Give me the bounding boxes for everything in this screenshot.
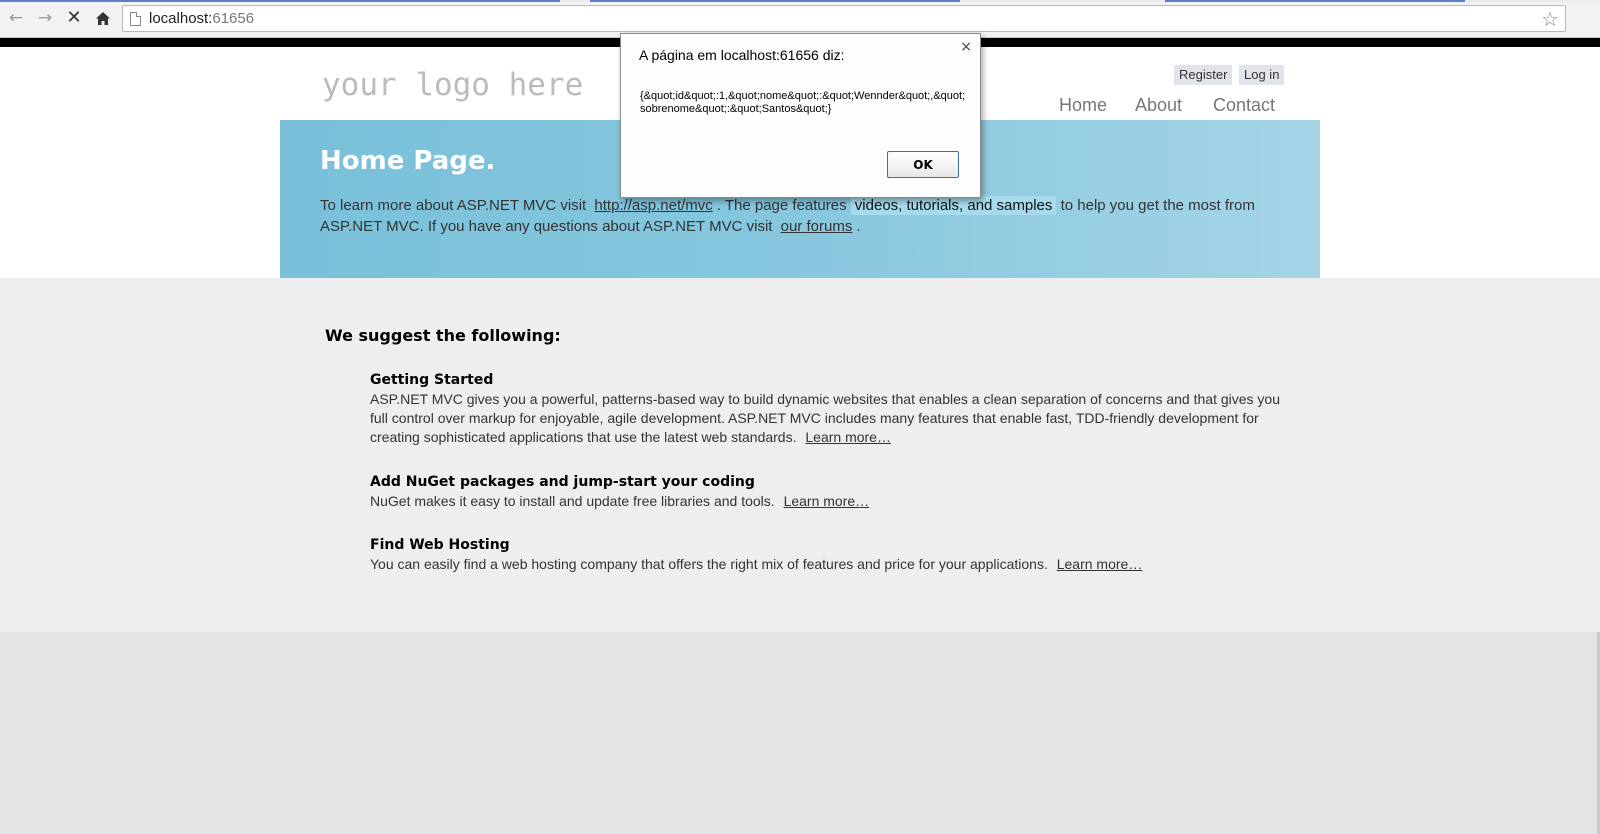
list-item: Find Web Hosting You can easily find a w… — [370, 536, 1290, 574]
page-title: Home Page. — [320, 146, 496, 176]
dialog-title: A página em localhost:61656 diz: — [639, 47, 845, 63]
back-arrow-icon[interactable]: ← — [6, 8, 26, 28]
menu-item-about[interactable]: About — [1135, 95, 1182, 116]
step-text: You can easily find a web hosting compan… — [370, 556, 1048, 572]
home-icon[interactable] — [93, 8, 113, 28]
dialog-message: {&quot;id&quot;:1,&quot;nome&quot;:&quot… — [640, 90, 966, 115]
close-icon[interactable]: × — [960, 39, 972, 55]
learn-more-link[interactable]: Learn more… — [805, 429, 891, 445]
suggestions-heading: We suggest the following: — [325, 326, 561, 345]
menu-item-home[interactable]: Home — [1059, 95, 1107, 116]
featured-text: To learn more about ASP.NET MVC visit ht… — [320, 196, 1255, 235]
list-item: Add NuGet packages and jump-start your c… — [370, 473, 1290, 511]
forward-arrow-icon[interactable]: → — [35, 8, 55, 28]
register-link[interactable]: Register — [1174, 65, 1233, 85]
main-content: We suggest the following: Getting Starte… — [0, 278, 1600, 632]
asp-net-mvc-link[interactable]: http://asp.net/mvc — [590, 197, 716, 214]
step-text: NuGet makes it easy to install and updat… — [370, 493, 775, 509]
menu-item-contact[interactable]: Contact — [1213, 95, 1275, 116]
alert-dialog: A página em localhost:61656 diz: × {&quo… — [620, 33, 981, 198]
tab-strip — [0, 0, 1600, 2]
step-title: Getting Started — [370, 372, 494, 388]
address-bar[interactable]: localhost:61656 ☆ — [122, 5, 1566, 32]
site-logo[interactable]: your logo here — [322, 67, 583, 103]
list-item: Getting Started ASP.NET MVC gives you a … — [370, 371, 1290, 447]
step-title: Add NuGet packages and jump-start your c… — [370, 474, 755, 490]
learn-more-link[interactable]: Learn more… — [784, 493, 870, 509]
url-text: localhost:61656 — [149, 10, 255, 27]
forums-link[interactable]: our forums — [777, 218, 857, 235]
learn-more-link[interactable]: Learn more… — [1057, 556, 1143, 572]
ok-button[interactable]: OK — [887, 151, 959, 178]
login-link[interactable]: Log in — [1239, 65, 1285, 85]
stop-icon[interactable]: ✕ — [64, 8, 84, 28]
page-icon — [130, 12, 141, 26]
featured-mark: videos, tutorials, and samples — [850, 196, 1057, 215]
step-title: Find Web Hosting — [370, 537, 510, 553]
bookmark-star-icon[interactable]: ☆ — [1541, 7, 1559, 31]
